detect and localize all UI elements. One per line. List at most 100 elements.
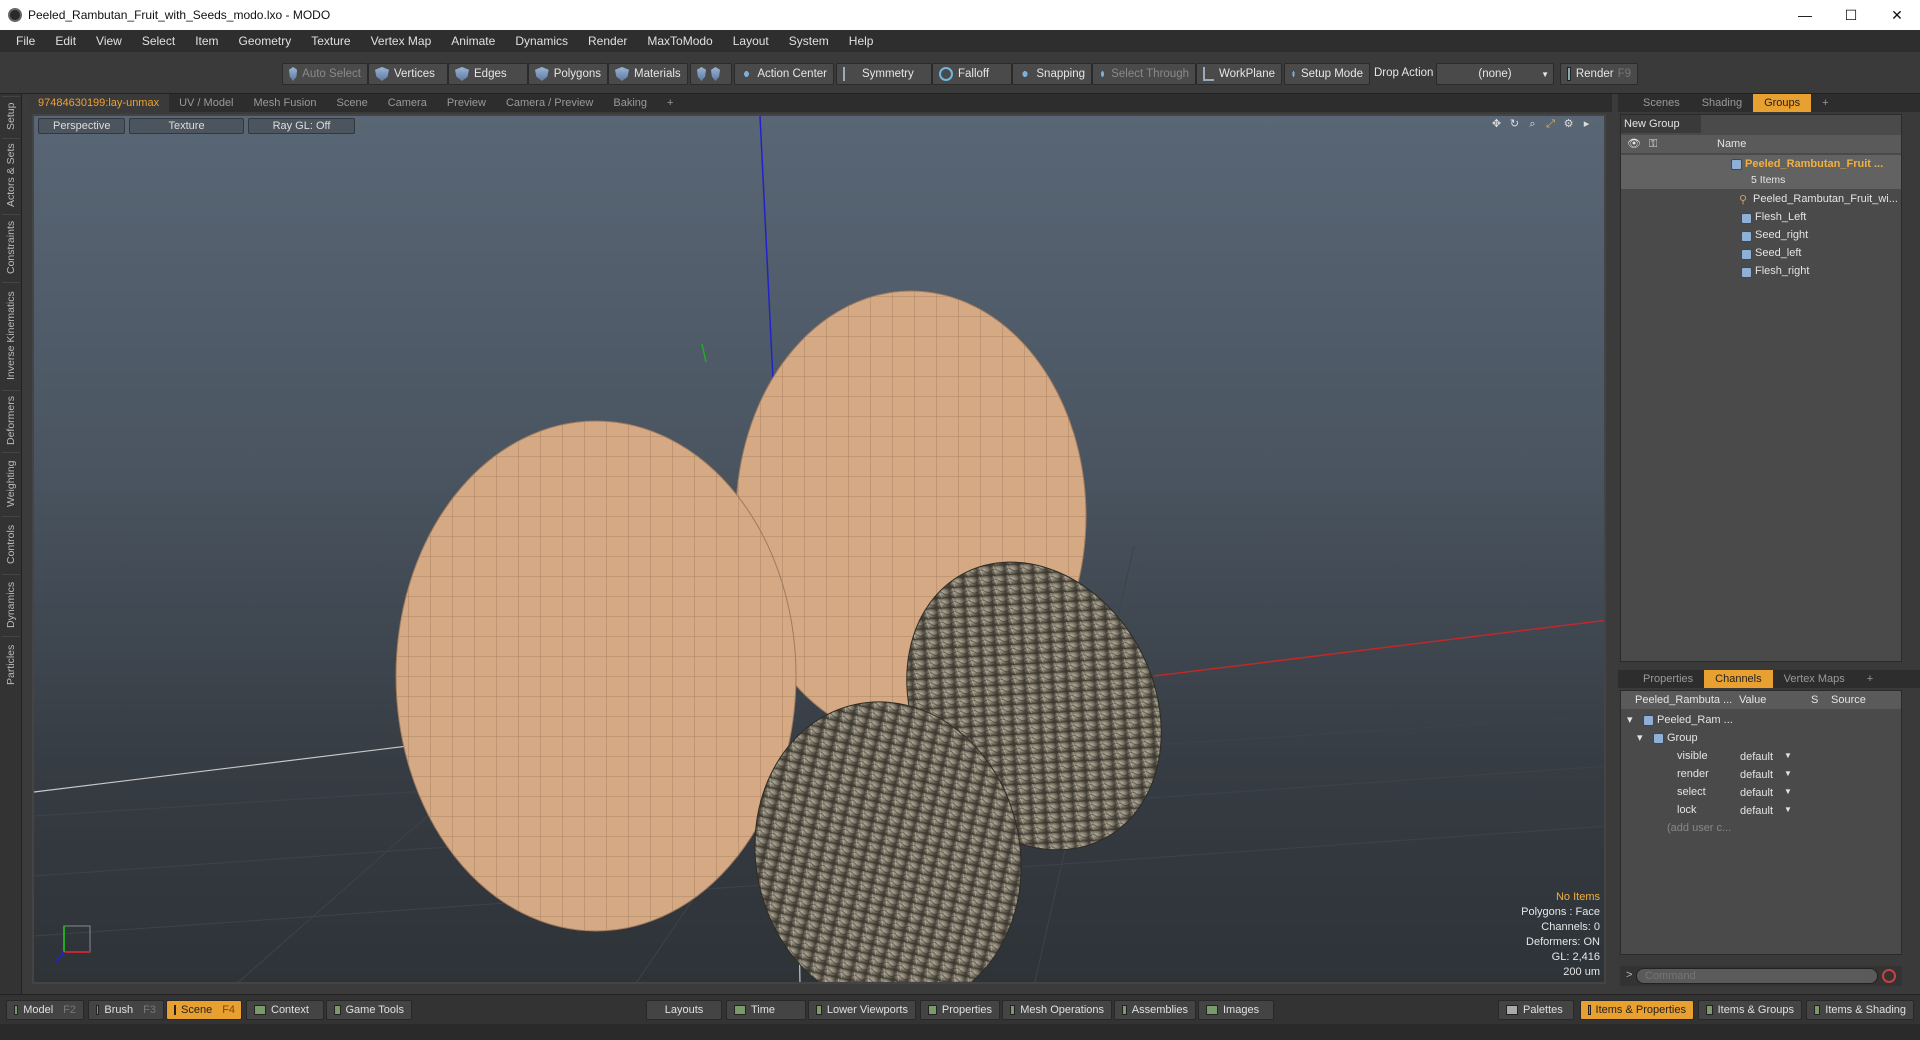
menu-maxtomodo[interactable]: MaxToModo bbox=[637, 34, 722, 48]
assemblies-button[interactable]: Assemblies bbox=[1114, 1000, 1196, 1020]
tab-setup[interactable]: Setup bbox=[2, 96, 20, 136]
add-tab-button[interactable]: + bbox=[1856, 670, 1884, 688]
command-input[interactable] bbox=[1636, 968, 1878, 984]
vertices-button[interactable]: Vertices bbox=[368, 63, 448, 85]
snapping-button[interactable]: Snapping bbox=[1012, 63, 1092, 85]
perspective-button[interactable]: Perspective bbox=[38, 118, 126, 134]
group-child-row[interactable]: Flesh_right bbox=[1621, 263, 1901, 281]
menu-arrow-icon[interactable]: ▸ bbox=[1580, 118, 1593, 131]
menu-geometry[interactable]: Geometry bbox=[229, 34, 302, 48]
menu-view[interactable]: View bbox=[86, 34, 132, 48]
dropdown-arrow-icon[interactable]: ▼ bbox=[1784, 747, 1792, 765]
texture-button[interactable]: Texture bbox=[129, 118, 244, 134]
menu-layout[interactable]: Layout bbox=[723, 34, 779, 48]
tab-constraints[interactable]: Constraints bbox=[2, 214, 20, 280]
mesh-operations-button[interactable]: Mesh Operations bbox=[1002, 1000, 1112, 1020]
group-child-row[interactable]: Seed_left bbox=[1621, 245, 1901, 263]
dropdown-arrow-icon[interactable]: ▼ bbox=[1784, 801, 1792, 819]
channel-item-row[interactable]: ▾ Peeled_Ram ... bbox=[1621, 711, 1901, 729]
selection-mode-toggle[interactable] bbox=[690, 63, 732, 85]
tab-camera[interactable]: Camera bbox=[378, 94, 437, 112]
menu-dynamics[interactable]: Dynamics bbox=[505, 34, 578, 48]
brush-layout-button[interactable]: Brush F3 bbox=[88, 1000, 164, 1020]
materials-button[interactable]: Materials bbox=[608, 63, 688, 85]
menu-render[interactable]: Render bbox=[578, 34, 637, 48]
channel-row[interactable]: select default ▼ bbox=[1621, 783, 1901, 801]
move-icon[interactable]: ✥ bbox=[1490, 118, 1503, 131]
maximize-button[interactable]: ☐ bbox=[1828, 0, 1874, 30]
zoom-icon[interactable]: ⌕ bbox=[1526, 118, 1539, 131]
channel-row[interactable]: render default ▼ bbox=[1621, 765, 1901, 783]
menu-edit[interactable]: Edit bbox=[45, 34, 86, 48]
tab-dynamics[interactable]: Dynamics bbox=[2, 574, 20, 634]
menu-system[interactable]: System bbox=[779, 34, 839, 48]
rotate-icon[interactable]: ↻ bbox=[1508, 118, 1521, 131]
menu-file[interactable]: File bbox=[6, 34, 45, 48]
context-layout-button[interactable]: Context bbox=[246, 1000, 324, 1020]
tab-preview[interactable]: Preview bbox=[437, 94, 496, 112]
action-center-button[interactable]: Action Center bbox=[734, 63, 834, 85]
scene-layout-button[interactable]: Scene F4 bbox=[166, 1000, 242, 1020]
menu-select[interactable]: Select bbox=[132, 34, 185, 48]
channel-row[interactable]: visible default ▼ bbox=[1621, 747, 1901, 765]
time-button[interactable]: Time bbox=[726, 1000, 806, 1020]
group-row-root[interactable]: Peeled_Rambutan_Fruit ... 5 Items bbox=[1621, 155, 1901, 189]
tab-channels[interactable]: Channels bbox=[1704, 670, 1773, 688]
tab-weighting[interactable]: Weighting bbox=[2, 452, 20, 514]
new-group-button[interactable]: New Group bbox=[1621, 115, 1701, 133]
drop-action-select[interactable]: (none) ▼ bbox=[1436, 63, 1554, 85]
dropdown-arrow-icon[interactable]: ▼ bbox=[1784, 783, 1792, 801]
tab-vertex-maps[interactable]: Vertex Maps bbox=[1773, 670, 1856, 688]
add-tab-button[interactable]: + bbox=[657, 94, 683, 112]
tab-scenes[interactable]: Scenes bbox=[1632, 94, 1691, 112]
menu-vertex-map[interactable]: Vertex Map bbox=[361, 34, 442, 48]
edges-button[interactable]: Edges bbox=[448, 63, 528, 85]
tab-inverse-kinematics[interactable]: Inverse Kinematics bbox=[2, 282, 20, 388]
symmetry-button[interactable]: Symmetry bbox=[836, 63, 932, 85]
tab-particles[interactable]: Particles bbox=[2, 636, 20, 692]
polygons-button[interactable]: Polygons bbox=[528, 63, 608, 85]
setup-mode-button[interactable]: Setup Mode bbox=[1284, 63, 1370, 85]
raygl-button[interactable]: Ray GL: Off bbox=[247, 118, 356, 134]
render-button[interactable]: Render F9 bbox=[1560, 63, 1638, 85]
tab-mesh-fusion[interactable]: Mesh Fusion bbox=[244, 94, 327, 112]
tab-deformers[interactable]: Deformers bbox=[2, 390, 20, 450]
channel-row[interactable]: lock default ▼ bbox=[1621, 801, 1901, 819]
items-properties-button[interactable]: Items & Properties bbox=[1580, 1000, 1694, 1020]
menu-animate[interactable]: Animate bbox=[441, 34, 505, 48]
model-layout-button[interactable]: Model F2 bbox=[6, 1000, 84, 1020]
tab-actors-sets[interactable]: Actors & Sets bbox=[2, 138, 20, 212]
game-tools-layout-button[interactable]: Game Tools bbox=[326, 1000, 412, 1020]
tab-scene[interactable]: Scene bbox=[327, 94, 378, 112]
minimize-button[interactable]: — bbox=[1782, 0, 1828, 30]
palettes-button[interactable]: Palettes bbox=[1498, 1000, 1574, 1020]
lower-viewports-button[interactable]: Lower Viewports bbox=[808, 1000, 916, 1020]
tab-controls[interactable]: Controls bbox=[2, 516, 20, 572]
properties-button[interactable]: Properties bbox=[920, 1000, 1000, 1020]
fit-icon[interactable]: ⤢ bbox=[1544, 118, 1557, 131]
select-through-button[interactable]: Select Through bbox=[1092, 63, 1196, 85]
group-child-row[interactable]: ⚲ Peeled_Rambutan_Fruit_wi... bbox=[1621, 191, 1901, 209]
workplane-button[interactable]: WorkPlane bbox=[1196, 63, 1282, 85]
group-child-row[interactable]: Flesh_Left bbox=[1621, 209, 1901, 227]
dropdown-arrow-icon[interactable]: ▼ bbox=[1784, 765, 1792, 783]
items-shading-button[interactable]: Items & Shading bbox=[1806, 1000, 1914, 1020]
add-user-channel-row[interactable]: (add user c... bbox=[1621, 819, 1901, 837]
tab-baking[interactable]: Baking bbox=[603, 94, 657, 112]
tab-properties[interactable]: Properties bbox=[1632, 670, 1704, 688]
tab-groups[interactable]: Groups bbox=[1753, 94, 1812, 112]
tab-uv-model[interactable]: UV / Model bbox=[169, 94, 243, 112]
record-icon[interactable] bbox=[1882, 969, 1896, 983]
auto-select-button[interactable]: Auto Select bbox=[282, 63, 368, 85]
tab-layout-unmax[interactable]: 97484630199:lay-unmax bbox=[28, 94, 170, 112]
layouts-button[interactable]: Layouts bbox=[646, 1000, 722, 1020]
tab-camera-preview[interactable]: Camera / Preview bbox=[496, 94, 603, 112]
falloff-button[interactable]: Falloff bbox=[932, 63, 1012, 85]
tab-shading[interactable]: Shading bbox=[1691, 94, 1753, 112]
3d-viewport[interactable] bbox=[32, 114, 1606, 984]
menu-item[interactable]: Item bbox=[185, 34, 228, 48]
group-child-row[interactable]: Seed_right bbox=[1621, 227, 1901, 245]
settings-gear-icon[interactable]: ⚙ bbox=[1562, 118, 1575, 131]
images-button[interactable]: Images bbox=[1198, 1000, 1274, 1020]
items-groups-button[interactable]: Items & Groups bbox=[1698, 1000, 1802, 1020]
